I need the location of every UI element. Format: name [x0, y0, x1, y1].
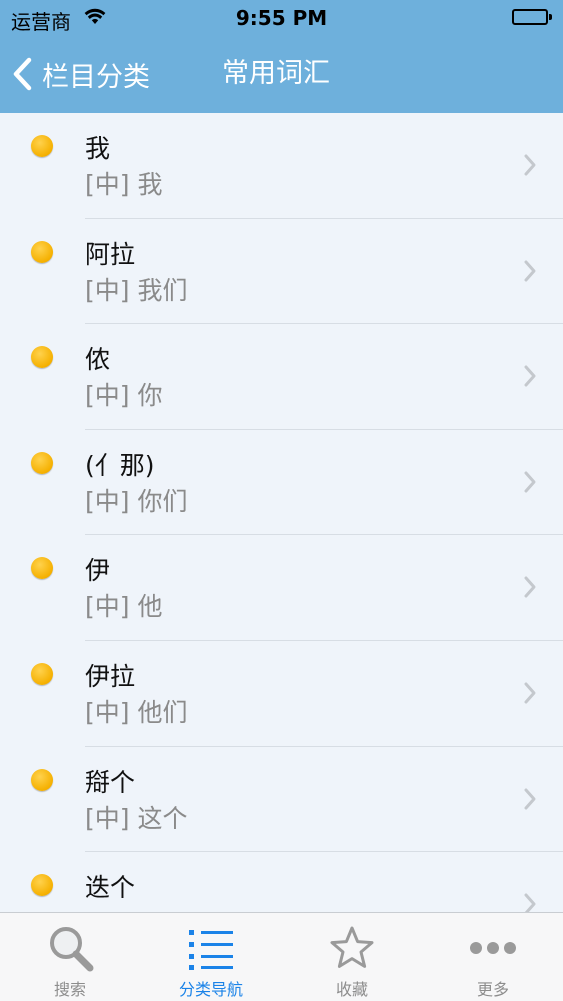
- item-word: 阿拉: [85, 239, 136, 269]
- tab-label: 更多: [476, 980, 509, 999]
- nav-header: 运营商 9:55 PM 栏目分类 常用词汇: [0, 0, 563, 113]
- vocabulary-list: 我 [中] 我 阿拉 [中] 我们 侬 [中] 你 (亻那) [中] 你们 伊 …: [0, 113, 563, 912]
- list-item[interactable]: 伊拉 [中] 他们: [0, 641, 563, 747]
- tab-search[interactable]: 搜索: [0, 913, 140, 1001]
- chevron-right-icon: [524, 788, 536, 810]
- bullet-icon: [31, 768, 53, 791]
- item-translation: [中] 我: [85, 170, 163, 199]
- item-word: 伊: [85, 556, 111, 586]
- item-word: 侬: [85, 345, 111, 375]
- list-item[interactable]: 搿个 [中] 这个: [0, 747, 563, 853]
- tab-label: 分类导航: [178, 980, 243, 999]
- list-item[interactable]: 迭个: [0, 852, 563, 912]
- list-item[interactable]: (亻那) [中] 你们: [0, 430, 563, 536]
- list-icon: [189, 930, 233, 970]
- bullet-icon: [31, 662, 53, 685]
- tab-more[interactable]: 更多: [423, 913, 563, 1001]
- chevron-right-icon: [524, 365, 536, 387]
- chevron-right-icon: [524, 893, 536, 912]
- tab-bar: 搜索 分类导航 收藏 更多: [0, 912, 563, 1001]
- tab-category-nav[interactable]: 分类导航: [141, 913, 281, 1001]
- list-item[interactable]: 伊 [中] 他: [0, 535, 563, 641]
- chevron-right-icon: [524, 154, 536, 176]
- bullet-icon: [31, 557, 53, 580]
- tab-label: 收藏: [335, 980, 368, 999]
- list-item[interactable]: 侬 [中] 你: [0, 324, 563, 430]
- chevron-left-icon: [13, 57, 32, 91]
- item-translation: [中] 你们: [85, 486, 188, 516]
- page-title: 常用词汇: [222, 58, 330, 89]
- back-button[interactable]: 栏目分类: [12, 56, 150, 93]
- bullet-icon: [31, 240, 53, 263]
- item-word: 搿个: [85, 767, 136, 797]
- item-translation: [中] 他们: [85, 697, 188, 727]
- bullet-icon: [31, 874, 53, 897]
- item-word: (亻那): [85, 450, 155, 480]
- tab-label: 搜索: [53, 980, 86, 999]
- star-icon: [330, 926, 374, 968]
- tab-favorites[interactable]: 收藏: [282, 913, 422, 1001]
- item-translation: [中] 我们: [85, 275, 188, 305]
- more-icon: [470, 942, 516, 954]
- search-icon: [50, 927, 94, 972]
- back-button-label: 栏目分类: [42, 61, 150, 93]
- chevron-right-icon: [524, 260, 536, 282]
- chevron-right-icon: [524, 471, 536, 493]
- bullet-icon: [31, 451, 53, 474]
- status-time: 9:55 PM: [235, 6, 328, 30]
- item-word: 伊拉: [85, 661, 136, 691]
- chevron-right-icon: [524, 682, 536, 704]
- bullet-icon: [31, 135, 53, 157]
- battery-icon: [512, 9, 552, 25]
- list-item[interactable]: 我 [中] 我: [0, 113, 563, 219]
- chevron-right-icon: [524, 576, 536, 598]
- status-bar: 运营商 9:55 PM: [0, 0, 563, 36]
- item-word: 我: [85, 134, 111, 163]
- bullet-icon: [31, 346, 53, 369]
- list-item[interactable]: 阿拉 [中] 我们: [0, 219, 563, 325]
- item-word: 迭个: [85, 873, 136, 903]
- item-translation: [中] 这个: [85, 803, 188, 833]
- item-translation: [中] 他: [85, 592, 163, 622]
- item-translation: [中] 你: [85, 381, 163, 411]
